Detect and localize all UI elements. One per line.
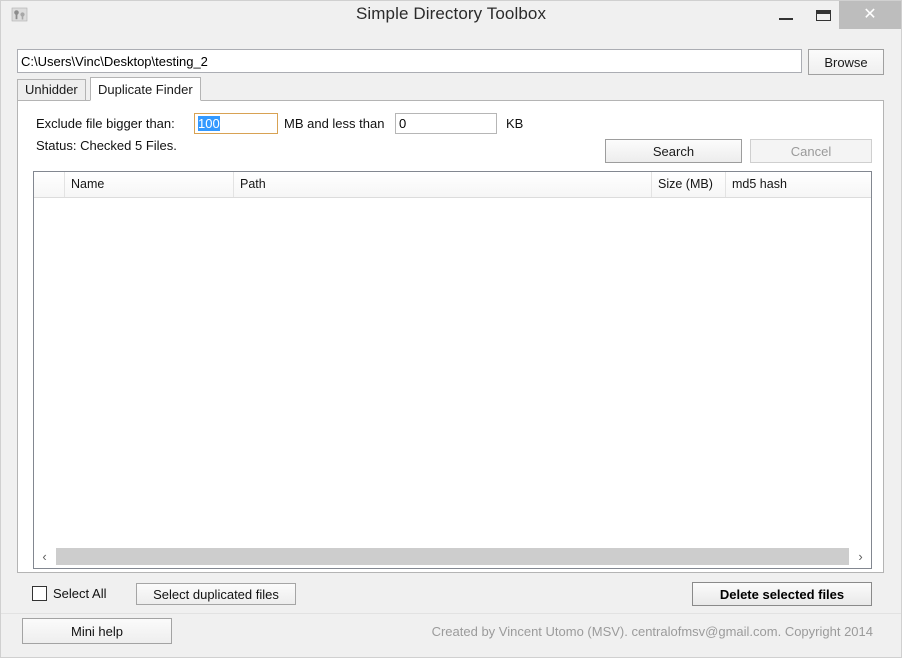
status-label: Status: Checked 5 Files. — [36, 138, 177, 153]
column-header-path[interactable]: Path — [234, 172, 652, 197]
tab-duplicate-finder[interactable]: Duplicate Finder — [90, 77, 201, 101]
scrollbar-thumb[interactable] — [56, 548, 849, 565]
title-bar: Simple Directory Toolbox ✕ — [1, 1, 901, 29]
horizontal-scrollbar[interactable]: ‹ › — [34, 545, 871, 568]
tab-unhidder[interactable]: Unhidder — [17, 79, 86, 101]
exclude-filter-label: Exclude file bigger than: — [36, 116, 175, 131]
delete-selected-files-button[interactable]: Delete selected files — [692, 582, 872, 606]
cancel-button: Cancel — [750, 139, 872, 163]
select-all-checkbox[interactable] — [32, 586, 47, 601]
column-header-name[interactable]: Name — [65, 172, 234, 197]
column-header-md5-hash[interactable]: md5 hash — [726, 172, 871, 197]
search-button[interactable]: Search — [605, 139, 742, 163]
directory-path-input[interactable] — [17, 49, 802, 73]
kb-unit-label: KB — [506, 116, 524, 131]
column-header-checkbox[interactable] — [34, 172, 65, 197]
mini-help-button[interactable]: Mini help — [22, 618, 172, 644]
scroll-left-icon[interactable]: ‹ — [34, 546, 55, 568]
list-rows-container — [34, 198, 871, 546]
application-window: Simple Directory Toolbox ✕ Browse Unhidd… — [0, 0, 902, 658]
column-header-size[interactable]: Size (MB) — [652, 172, 726, 197]
mb-and-less-than-label: MB and less than — [284, 116, 385, 131]
exclude-bigger-than-mb-input[interactable] — [194, 113, 278, 134]
select-duplicated-files-button[interactable]: Select duplicated files — [136, 583, 296, 605]
browse-button[interactable]: Browse — [808, 49, 884, 75]
credit-text: Created by Vincent Utomo (MSV). centralo… — [431, 624, 873, 639]
close-button[interactable]: ✕ — [839, 1, 901, 29]
minimize-icon — [779, 18, 793, 20]
select-all-label[interactable]: Select All — [53, 586, 106, 601]
duplicate-files-list: Name Path Size (MB) md5 hash ‹ › — [33, 171, 872, 569]
scroll-right-icon[interactable]: › — [850, 546, 871, 568]
close-icon: ✕ — [863, 6, 877, 23]
tab-strip: Unhidder Duplicate Finder — [17, 77, 884, 101]
list-column-headers: Name Path Size (MB) md5 hash — [34, 172, 871, 198]
less-than-kb-input[interactable] — [395, 113, 497, 134]
maximize-icon — [816, 10, 831, 21]
footer-divider — [1, 613, 901, 614]
